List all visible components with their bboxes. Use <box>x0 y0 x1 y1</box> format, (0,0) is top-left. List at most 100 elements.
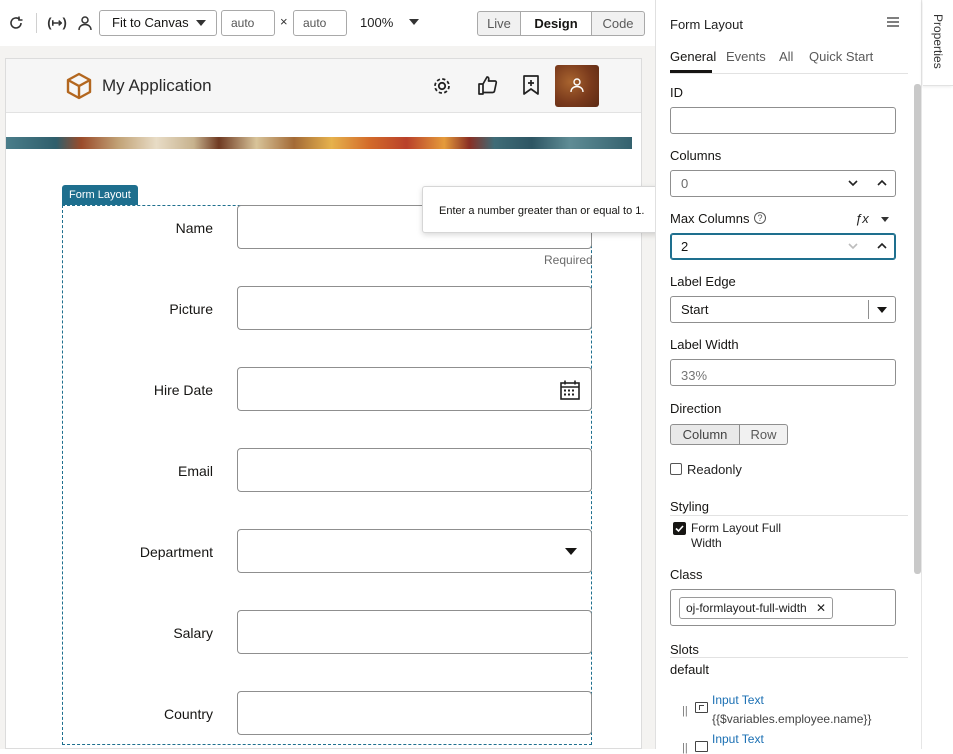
full-width-checkbox[interactable] <box>673 522 686 535</box>
id-label: ID <box>670 85 683 100</box>
country-input[interactable] <box>237 691 592 735</box>
slot-item-binding: {{$variables.employee.name}} <box>712 712 872 726</box>
properties-rail-label: Properties <box>931 14 945 69</box>
toolbar-divider <box>36 13 37 33</box>
field-label-department: Department <box>139 544 213 560</box>
readonly-label: Readonly <box>687 462 742 477</box>
columns-value: 0 <box>681 176 689 191</box>
columns-label: Columns <box>670 148 722 163</box>
thumbs-up-icon[interactable] <box>476 74 498 99</box>
hire-date-input[interactable] <box>237 367 592 411</box>
chevron-down-icon <box>408 19 419 25</box>
class-chip-label: oj-formlayout-full-width <box>686 601 807 615</box>
chevron-down-icon <box>565 548 577 555</box>
chevron-down-icon <box>196 20 206 26</box>
label-edge-value: Start <box>681 302 709 317</box>
designer-toolbar: (↦) Fit to Canvas auto × auto 100% Live … <box>0 0 655 46</box>
label-width-input[interactable] <box>670 359 896 386</box>
mode-code-button[interactable]: Code <box>591 11 645 36</box>
panel-title: Form Layout <box>670 17 743 32</box>
close-icon[interactable]: ✕ <box>816 601 826 615</box>
zoom-value: 100% <box>360 15 394 30</box>
salary-input[interactable] <box>237 610 592 654</box>
slot-default-label: default <box>670 662 710 677</box>
slot-item-name[interactable]: Input Text <box>712 693 764 707</box>
class-label: Class <box>670 567 703 582</box>
tab-general[interactable]: General <box>670 49 716 64</box>
label-width-label: Label Width <box>670 337 739 352</box>
field-label-salary: Salary <box>173 625 213 641</box>
input-text-icon <box>695 741 708 752</box>
picture-input[interactable] <box>237 286 592 330</box>
app-title: My Application <box>102 76 212 95</box>
hamburger-menu-icon[interactable] <box>886 15 900 32</box>
chevron-down-icon <box>877 307 887 313</box>
class-chip: oj-formlayout-full-width ✕ <box>679 597 834 619</box>
canvas-width-input[interactable]: auto <box>221 10 275 36</box>
max-columns-input[interactable]: 2 <box>670 233 896 260</box>
fit-canvas-value: Fit to Canvas <box>112 15 189 30</box>
select-divider <box>868 300 869 319</box>
readonly-checkbox[interactable] <box>670 463 682 475</box>
zoom-select[interactable]: 100% <box>360 15 419 30</box>
gear-icon[interactable] <box>431 75 453 100</box>
chevron-up-icon[interactable] <box>876 177 888 189</box>
max-columns-label: Max Columns <box>670 211 750 226</box>
bookmark-add-icon[interactable] <box>521 74 541 99</box>
form-layout-badge[interactable]: Form Layout <box>62 185 138 205</box>
mode-live-button[interactable]: Live <box>477 11 521 36</box>
slots-label: Slots <box>670 642 699 657</box>
app-header: My Application <box>6 59 641 113</box>
tabs-divider <box>670 73 908 74</box>
field-label-picture: Picture <box>169 301 213 317</box>
fit-canvas-select[interactable]: Fit to Canvas <box>99 10 217 36</box>
canvas-height-input[interactable]: auto <box>293 10 347 36</box>
calendar-icon[interactable] <box>559 379 581 404</box>
label-edge-label: Label Edge <box>670 274 736 289</box>
drag-handle-icon[interactable]: || <box>682 742 688 754</box>
required-hint: Required <box>544 253 593 267</box>
slots-divider <box>670 657 908 658</box>
app-logo-icon <box>65 72 93 103</box>
properties-rail-tab[interactable]: Properties <box>923 0 953 86</box>
full-width-label-line2: Width <box>691 536 722 550</box>
direction-column-button[interactable]: Column <box>670 424 740 445</box>
direction-label: Direction <box>670 401 722 416</box>
direction-row-button[interactable]: Row <box>739 424 788 445</box>
tab-all[interactable]: All <box>779 49 793 64</box>
mode-design-button[interactable]: Design <box>520 11 592 36</box>
columns-input[interactable]: 0 <box>670 170 896 197</box>
fx-icon[interactable]: ƒx <box>855 211 869 226</box>
avatar[interactable] <box>555 65 599 107</box>
times-symbol: × <box>280 14 288 29</box>
field-label-email: Email <box>177 463 213 479</box>
email-input[interactable] <box>237 448 592 492</box>
tab-events[interactable]: Events <box>726 49 766 64</box>
department-select[interactable] <box>237 529 592 573</box>
styling-label: Styling <box>670 499 710 514</box>
variables-icon[interactable]: (↦) <box>46 12 68 34</box>
panel-scrollbar[interactable] <box>914 84 921 574</box>
styling-divider <box>670 515 908 516</box>
input-text-icon <box>695 702 708 713</box>
slot-item-name[interactable]: Input Text <box>712 732 764 746</box>
chevron-down-icon[interactable] <box>847 177 859 189</box>
chevron-up-icon[interactable] <box>876 240 888 252</box>
field-label-hire-date: Hire Date <box>153 382 213 398</box>
chevron-down-icon[interactable] <box>847 240 859 252</box>
field-label-country: Country <box>163 706 213 722</box>
properties-panel: Form Layout General Events All Quick Sta… <box>655 0 921 754</box>
chevron-down-icon[interactable] <box>881 217 889 222</box>
user-icon[interactable] <box>74 12 96 34</box>
drag-handle-icon[interactable]: || <box>682 705 688 717</box>
max-columns-value: 2 <box>681 239 689 254</box>
id-input[interactable] <box>670 107 896 134</box>
help-icon[interactable]: ? <box>754 212 766 224</box>
class-input[interactable]: oj-formlayout-full-width ✕ <box>670 589 896 626</box>
hero-banner-image <box>6 137 632 149</box>
tab-quick-start[interactable]: Quick Start <box>809 49 873 64</box>
validation-tooltip: Enter a number greater than or equal to … <box>422 186 664 233</box>
label-edge-select[interactable]: Start <box>670 296 896 323</box>
refresh-icon[interactable] <box>5 12 27 34</box>
properties-rail: Properties <box>921 0 953 749</box>
